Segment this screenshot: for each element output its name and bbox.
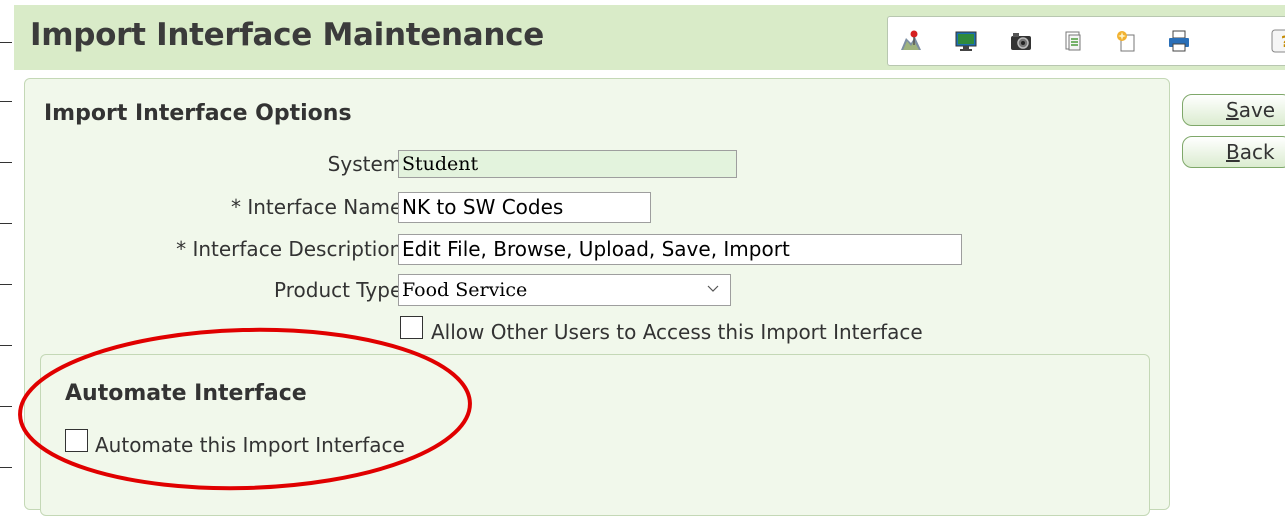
allow-access-label: Allow Other Users to Access this Import … (431, 320, 923, 344)
product-type-value: Food Service (402, 279, 528, 301)
monitor-icon[interactable] (954, 29, 978, 53)
interface-description-input[interactable]: Edit File, Browse, Upload, Save, Import (398, 234, 962, 265)
camera-icon[interactable] (1009, 29, 1033, 53)
interface-name-label: * Interface Name: (231, 195, 409, 219)
interface-description-label: * Interface Description: (176, 237, 409, 261)
section-title: Import Interface Options (44, 101, 352, 126)
automate-section-title: Automate Interface (65, 381, 307, 406)
import-interface-options-panel: Import Interface Options System: Student… (24, 78, 1170, 516)
chevron-down-icon (707, 285, 719, 292)
system-label: System: (327, 152, 409, 176)
interface-name-input[interactable]: NK to SW Codes (398, 192, 651, 223)
page-edge-lines (0, 0, 14, 495)
back-button[interactable]: Back (1182, 136, 1285, 168)
product-type-select[interactable]: Food Service (398, 274, 731, 306)
page-header: Import Interface Maintenance (14, 5, 1285, 70)
page-title: Import Interface Maintenance (30, 17, 544, 53)
system-field: Student (398, 150, 737, 178)
document-icon[interactable] (1061, 29, 1085, 53)
save-button[interactable]: Save (1182, 94, 1285, 126)
allow-access-checkbox[interactable] (400, 316, 423, 339)
product-type-label: Product Type: (274, 278, 409, 302)
help-icon[interactable]: ? (1271, 29, 1285, 53)
map-pin-icon[interactable] (899, 29, 923, 53)
toolbar: ? (887, 16, 1285, 66)
automate-interface-panel: Automate Interface Automate this Import … (40, 354, 1150, 516)
print-icon[interactable] (1167, 29, 1191, 53)
automate-checkbox[interactable] (65, 429, 88, 452)
automate-checkbox-label: Automate this Import Interface (95, 433, 405, 457)
new-document-icon[interactable] (1114, 29, 1138, 53)
svg-text:?: ? (1281, 32, 1285, 51)
